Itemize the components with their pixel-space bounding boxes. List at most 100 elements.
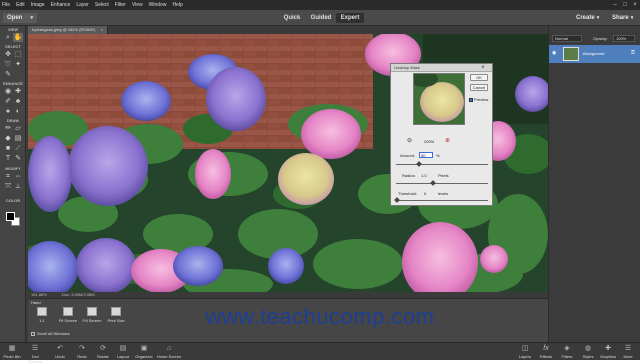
menu-file[interactable]: File: [2, 2, 10, 8]
blend-mode-select[interactable]: Normal: [552, 35, 582, 42]
toolbox-section-modify: MODIFY: [5, 166, 21, 171]
menu-layer[interactable]: Layer: [76, 2, 89, 8]
open-button[interactable]: Open ▾: [3, 13, 37, 23]
graphics-button[interactable]: ✚ Graphics: [598, 344, 618, 359]
shape-tool-icon[interactable]: ■: [3, 144, 13, 153]
gradient-tool-icon[interactable]: ▤: [13, 134, 23, 143]
threshold-slider[interactable]: [396, 200, 488, 201]
sponge-tool-icon[interactable]: ◐: [13, 107, 23, 116]
close-icon[interactable]: ×: [474, 64, 492, 72]
recompose-tool-icon[interactable]: ⇔: [13, 172, 23, 181]
amount-field[interactable]: 50: [419, 152, 433, 158]
layout-icon: ▤: [119, 345, 127, 352]
maximize-icon[interactable]: □: [620, 2, 630, 8]
crop-tool-icon[interactable]: ⌗: [3, 172, 13, 181]
menu-image[interactable]: Image: [31, 2, 45, 8]
marquee-tool-icon[interactable]: ⬚: [13, 50, 23, 59]
filters-button[interactable]: ◈ Filters: [557, 344, 577, 359]
tab-expert[interactable]: Expert: [336, 13, 364, 23]
ok-button[interactable]: OK: [470, 74, 488, 81]
clone-stamp-tool-icon[interactable]: ♣: [13, 97, 23, 106]
create-button[interactable]: Create ▾: [572, 13, 602, 23]
filters-label: Filters: [561, 354, 573, 359]
opacity-label: Opacity:: [593, 36, 608, 41]
close-icon[interactable]: ×: [630, 2, 640, 8]
editor-window: File Edit Image Enhance Layer Select Fil…: [0, 0, 640, 364]
content-aware-move-tool-icon[interactable]: ⤧: [3, 182, 13, 191]
graphics-label: Graphics: [599, 354, 616, 359]
more-button[interactable]: ☰ More: [618, 344, 638, 359]
amount-slider[interactable]: [396, 164, 488, 165]
layer-name: Background: [583, 51, 605, 56]
eyedropper-tool-icon[interactable]: ⟋: [13, 144, 23, 153]
tab-quick[interactable]: Quick: [278, 13, 306, 23]
tool-options-label: Tool Options: [28, 354, 42, 364]
pencil-tool-icon[interactable]: ✎: [13, 154, 23, 163]
amount-slider-knob[interactable]: [416, 161, 422, 167]
menu-select[interactable]: Select: [95, 2, 109, 8]
scroll-all-checkbox[interactable]: Scroll All Windows: [31, 331, 70, 336]
effects-button[interactable]: fx Effects: [536, 344, 556, 359]
layers-button[interactable]: ◫ Layers: [515, 344, 535, 359]
magic-wand-tool-icon[interactable]: ✦: [13, 60, 23, 69]
eye-tool-icon[interactable]: ◉: [3, 87, 13, 96]
rotate-label: Rotate: [97, 354, 109, 359]
layers-panel: Normal Opacity: 100% ◉ Background ⚿: [548, 26, 640, 346]
brush-tool-icon[interactable]: ✏: [3, 124, 13, 133]
radius-value[interactable]: 1.0: [421, 173, 427, 178]
hand-tool-icon[interactable]: ✋: [13, 33, 23, 42]
menu-window[interactable]: Window: [149, 2, 167, 8]
photo-bin-button[interactable]: ▦ Photo Bin: [2, 344, 22, 359]
eraser-tool-icon[interactable]: ▱: [13, 124, 23, 133]
foreground-color-swatch[interactable]: [6, 212, 15, 221]
threshold-slider-knob[interactable]: [394, 197, 400, 203]
eye-icon[interactable]: ◉: [552, 50, 556, 56]
straighten-tool-icon[interactable]: ⟂: [13, 182, 23, 191]
opacity-field[interactable]: 100%: [613, 35, 635, 42]
threshold-value[interactable]: 0: [424, 191, 426, 196]
minimize-icon[interactable]: –: [610, 2, 620, 8]
graphics-icon: ✚: [605, 345, 611, 352]
cancel-button[interactable]: Cancel: [470, 84, 488, 91]
blur-tool-icon[interactable]: ●: [3, 107, 13, 116]
zoom-out-icon[interactable]: ⊖: [407, 137, 412, 144]
paint-bucket-tool-icon[interactable]: ◆: [3, 134, 13, 143]
task-bar: ▦ Photo Bin ☰ Tool Options ↶ Undo ↷ Redo ⟳ Ro…: [0, 342, 640, 364]
preview-checkbox[interactable]: Preview: [469, 97, 493, 102]
undo-button[interactable]: ↶ Undo: [50, 344, 70, 359]
zoom-tool-icon[interactable]: ⌕: [3, 33, 13, 42]
menu-view[interactable]: View: [132, 2, 143, 8]
menu-help[interactable]: Help: [172, 2, 182, 8]
layout-button[interactable]: ▤ Layout: [113, 344, 133, 359]
tool-options-button[interactable]: ☰ Tool Options: [24, 344, 46, 364]
home-screen-button[interactable]: ⌂ Home Screen: [156, 344, 182, 359]
photo-bin-icon: ▦: [8, 345, 16, 352]
type-tool-icon[interactable]: T: [3, 154, 13, 163]
quick-selection-tool-icon[interactable]: ✎: [3, 70, 13, 79]
menu-filter[interactable]: Filter: [115, 2, 126, 8]
zoom-in-icon[interactable]: ⊕: [445, 137, 450, 144]
share-button[interactable]: Share ▾: [608, 13, 638, 23]
tab-guided[interactable]: Guided: [306, 13, 336, 23]
radius-slider[interactable]: [396, 183, 488, 184]
layer-row-background[interactable]: ◉ Background ⚿: [549, 45, 640, 63]
lasso-tool-icon[interactable]: ➰: [3, 60, 13, 69]
menu-edit[interactable]: Edit: [16, 2, 25, 8]
redo-button[interactable]: ↷ Redo: [72, 344, 92, 359]
zoom-level[interactable]: 161.88%: [31, 292, 47, 297]
organizer-button[interactable]: ▣ Organizer: [133, 344, 155, 359]
close-icon[interactable]: ×: [101, 27, 103, 32]
move-tool-icon[interactable]: ✥: [3, 50, 13, 59]
menu-enhance[interactable]: Enhance: [51, 2, 71, 8]
spot-healing-tool-icon[interactable]: ✚: [13, 87, 23, 96]
smart-brush-tool-icon[interactable]: ✐: [3, 97, 13, 106]
layer-thumbnail: [563, 47, 579, 61]
styles-button[interactable]: ◍ Styles: [578, 344, 598, 359]
document-tab[interactable]: hydrangeas.jpeg @ 162% (RGB/8*) ×: [28, 26, 108, 34]
create-label: Create: [576, 15, 595, 21]
rotate-button[interactable]: ⟳ Rotate: [93, 344, 113, 359]
radius-slider-knob[interactable]: [430, 180, 436, 186]
more-label: More: [623, 354, 633, 359]
preview-thumbnail[interactable]: [413, 73, 465, 125]
doc-size: Doc: 3.55M/3.55M: [61, 292, 95, 297]
